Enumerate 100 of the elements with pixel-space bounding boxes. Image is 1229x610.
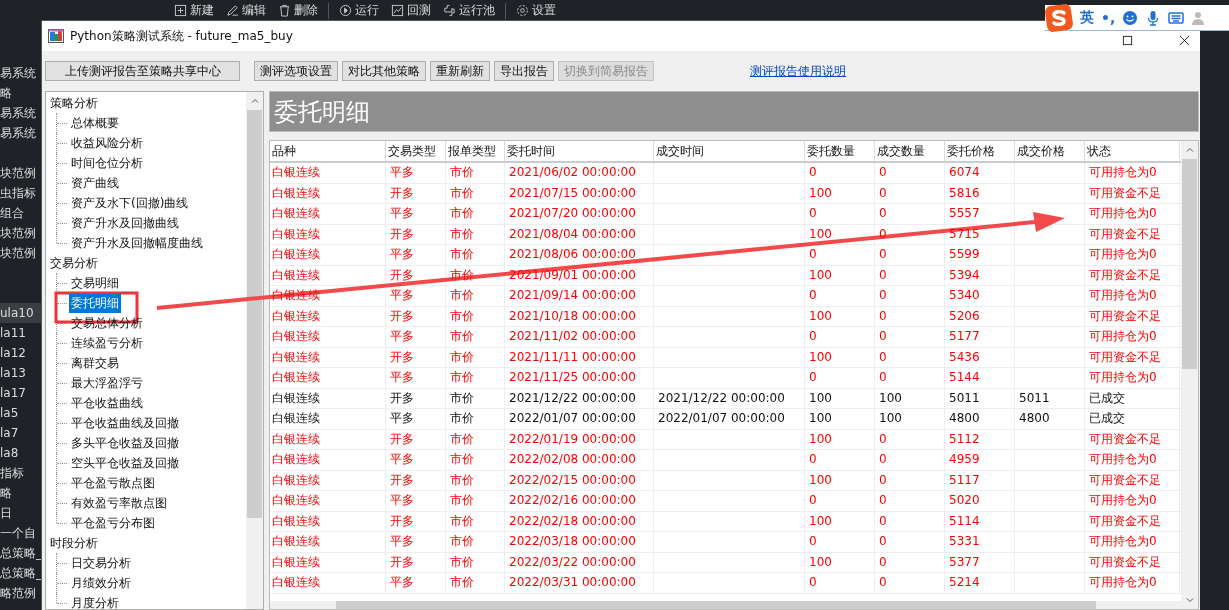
tree-item[interactable]: 最大浮盈浮亏	[69, 373, 145, 393]
tree-item[interactable]: 有效盈亏率散点图	[69, 493, 169, 513]
project-list-item[interactable]: 略范例	[0, 583, 42, 603]
table-cell: 白银连续	[272, 370, 320, 384]
tree-item[interactable]: 平仓盈亏散点图	[69, 473, 157, 493]
table-cell: 市价	[450, 329, 474, 343]
project-list-item[interactable]: 块范例	[0, 243, 42, 263]
tree-group[interactable]: 交易分析	[46, 253, 98, 273]
scrollbar[interactable]	[246, 92, 263, 609]
project-list-item[interactable]: la5	[0, 403, 42, 423]
toolbar-button[interactable]: 导出报告	[494, 61, 554, 81]
table-cell: 可用资金不足	[1089, 554, 1161, 569]
toolbar-button[interactable]: 删除	[276, 2, 320, 19]
tree-item[interactable]: 平仓盈亏分布图	[69, 513, 157, 533]
close-icon[interactable]	[1179, 34, 1190, 46]
toolbar-button[interactable]: 对比其他策略	[342, 61, 426, 81]
project-list-item[interactable]: 虫指标	[0, 183, 42, 203]
project-list-item[interactable]: la7	[0, 423, 42, 443]
table-cell: 可用资金不足	[1089, 513, 1161, 528]
tree-item[interactable]: 连续盈亏分析	[69, 333, 145, 353]
column-header[interactable]: 成交时间	[654, 141, 805, 161]
scroll-down-icon[interactable]	[1184, 595, 1195, 605]
toolbar-button[interactable]: 重新刷新	[430, 61, 490, 81]
project-list-item[interactable]: 组合	[0, 203, 42, 223]
column-header[interactable]: 委托数量	[805, 141, 875, 161]
toolbar-button[interactable]: 新建	[172, 2, 216, 19]
table-cell: 市价	[450, 534, 474, 548]
project-list-item[interactable]: 略	[0, 83, 42, 103]
s-logo-icon[interactable]	[1045, 3, 1073, 32]
input-mode[interactable]: 英	[1080, 8, 1094, 27]
column-header[interactable]: 交易类型	[386, 141, 446, 161]
toolbar-button[interactable]: 上传测评报告至策略共享中心	[45, 61, 240, 81]
column-header[interactable]: 成交数量	[875, 141, 945, 161]
maximize-icon[interactable]	[1122, 34, 1133, 46]
horizontal-scrollbar[interactable]	[270, 601, 1181, 609]
project-list-item[interactable]: la11	[0, 323, 42, 343]
project-list-item[interactable]: 易系统	[0, 123, 42, 143]
table-cell: 2021/11/02 00:00:00	[509, 329, 636, 343]
tree-item[interactable]: 日交易分析	[69, 553, 133, 573]
tree-item[interactable]: 总体概要	[69, 113, 121, 133]
toolbar-button[interactable]: 运行池	[441, 2, 497, 19]
toolbar-button[interactable]: 运行	[337, 2, 381, 19]
tree-item[interactable]: 月绩效分析	[69, 573, 133, 593]
project-list-item[interactable]: 略	[0, 483, 42, 503]
tree-item[interactable]: 资产曲线	[69, 173, 121, 193]
toolbar-button[interactable]: 回测	[389, 2, 433, 19]
toolbar-button[interactable]: 测评选项设置	[254, 61, 338, 81]
project-list-item[interactable]: 块范例	[0, 163, 42, 183]
project-list-item[interactable]: 易系统	[0, 63, 42, 83]
report-title: 委托明细	[274, 96, 370, 128]
tree-item[interactable]: 空头平仓收益及回撤	[69, 453, 181, 473]
table-cell: 0	[879, 206, 887, 220]
column-header[interactable]: 成交价格	[1015, 141, 1085, 161]
project-list-item[interactable]: 易系统	[0, 103, 42, 123]
tree-item[interactable]: 时间仓位分析	[69, 153, 145, 173]
scroll-up-icon[interactable]	[249, 96, 260, 106]
project-list-item[interactable]: la12	[0, 343, 42, 363]
keyboard-icon[interactable]	[1168, 9, 1185, 26]
project-list-item[interactable]: 指标	[0, 463, 42, 483]
tree-item[interactable]: 资产及水下(回撤)曲线	[69, 193, 191, 213]
project-list-item[interactable]: la17	[0, 383, 42, 403]
table-cell: 0	[879, 247, 887, 261]
table-cell: 5340	[949, 288, 980, 302]
scroll-up-icon[interactable]	[1184, 145, 1195, 155]
project-list-item[interactable]: la13	[0, 363, 42, 383]
column-header[interactable]: 报单类型	[446, 141, 505, 161]
project-list-item[interactable]: 日	[0, 503, 42, 523]
tree-item[interactable]: 平仓收益曲线	[69, 393, 145, 413]
table-cell: 2021/06/02 00:00:00	[509, 165, 636, 179]
tree-item[interactable]: 收益风险分析	[69, 133, 145, 153]
project-list-item[interactable]: 块范例	[0, 223, 42, 243]
tree-item[interactable]: 离群交易	[69, 353, 121, 373]
scrollbar[interactable]	[1181, 141, 1198, 609]
toolbar-button[interactable]: 编辑	[224, 2, 268, 19]
punctuation-mode[interactable]: •,	[1101, 9, 1116, 26]
tree-item[interactable]: 平仓收益曲线及回撤	[69, 413, 181, 433]
table-cell: 5599	[949, 247, 980, 261]
help-link[interactable]: 测评报告使用说明	[750, 62, 846, 80]
project-list-item[interactable]: la8	[0, 443, 42, 463]
table-cell: 2021/09/01 00:00:00	[509, 267, 636, 282]
tree-group[interactable]: 策略分析	[46, 93, 98, 113]
tree-item[interactable]: 月度分析	[69, 593, 121, 609]
column-header[interactable]: 委托价格	[945, 141, 1015, 161]
column-header[interactable]: 品种	[270, 141, 386, 161]
column-header[interactable]: 委托时间	[505, 141, 654, 161]
tree-item[interactable]: 交易明细	[69, 273, 121, 293]
tree-group[interactable]: 时段分析	[46, 533, 98, 553]
tree-item[interactable]: 资产升水及回撤曲线	[69, 213, 181, 233]
table-cell: 2021/09/14 00:00:00	[509, 288, 636, 302]
tree-item[interactable]: 交易总体分析	[69, 313, 145, 333]
toolbar-button[interactable]: 设置	[514, 2, 558, 19]
tree-item[interactable]: 多头平仓收益及回撤	[69, 433, 181, 453]
table-cell: 0	[879, 349, 887, 364]
project-list-item[interactable]: ula10	[0, 303, 42, 323]
project-list-item[interactable]: 一个自	[0, 523, 42, 543]
column-header[interactable]: 状态	[1085, 141, 1180, 161]
table-cell: 0	[809, 452, 817, 466]
table-cell: 2022/01/07 00:00:00	[658, 411, 785, 425]
tree-item[interactable]: 资产升水及回撤幅度曲线	[69, 233, 205, 253]
smiley-icon[interactable]	[1122, 9, 1139, 26]
